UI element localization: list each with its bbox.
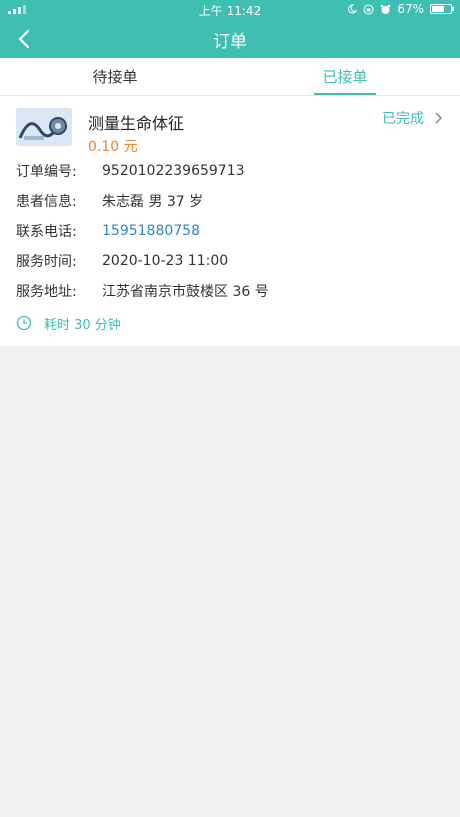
- battery-icon: [430, 4, 454, 14]
- order-number-value: 9520102239659713: [102, 163, 245, 179]
- chevron-left-icon[interactable]: [14, 28, 36, 50]
- order-number-row: 订单编号: 9520102239659713: [16, 156, 444, 186]
- order-status-label: 已完成: [382, 111, 424, 127]
- order-status[interactable]: 已完成: [382, 108, 444, 128]
- service-price: 0.10 元: [88, 139, 138, 155]
- phone-row: 联系电话: 15951880758: [16, 216, 444, 246]
- tab-active-indicator: [314, 93, 376, 95]
- tab-bar: 待接单 已接单: [0, 58, 460, 96]
- battery-percent: 67%: [397, 2, 424, 16]
- patient-info-row: 患者信息: 朱志磊 男 37 岁: [16, 186, 444, 216]
- page-title: 订单: [213, 31, 247, 52]
- tab-accepted-label: 已接单: [322, 68, 368, 86]
- service-time-label: 服务时间:: [16, 254, 77, 270]
- phone-label: 联系电话:: [16, 224, 77, 240]
- tab-pending[interactable]: 待接单: [0, 58, 230, 95]
- clock-icon: [16, 315, 32, 331]
- patient-info-label: 患者信息:: [16, 194, 77, 210]
- phone-link[interactable]: 15951880758: [102, 223, 200, 239]
- patient-info-value: 朱志磊 男 37 岁: [102, 194, 204, 210]
- duration-text: 耗时 30 分钟: [44, 317, 121, 333]
- alarm-icon: [381, 4, 391, 14]
- navbar: 订单: [0, 20, 460, 58]
- order-card[interactable]: 测量生命体征 0.10 元 已完成 订单编号: 9520102239659713…: [0, 96, 460, 346]
- service-name: 测量生命体征: [88, 114, 185, 133]
- tab-accepted[interactable]: 已接单: [230, 58, 460, 95]
- order-number-label: 订单编号:: [16, 164, 77, 180]
- service-address-label: 服务地址:: [16, 284, 77, 300]
- service-address-row: 服务地址: 江苏省南京市鼓楼区 36 号: [16, 276, 444, 306]
- lock-rotation-icon: [363, 4, 374, 14]
- service-thumbnail: [16, 108, 72, 146]
- service-time-row: 服务时间: 2020-10-23 11:00: [16, 246, 444, 276]
- moon-icon: [348, 4, 358, 14]
- status-bar: 上午 11:42 67%: [0, 0, 460, 20]
- tab-pending-label: 待接单: [92, 68, 138, 86]
- chevron-right-icon: [435, 112, 443, 124]
- duration-row: 耗时 30 分钟: [16, 308, 444, 338]
- service-time-value: 2020-10-23 11:00: [102, 253, 229, 269]
- service-address-value: 江苏省南京市鼓楼区 36 号: [102, 284, 269, 300]
